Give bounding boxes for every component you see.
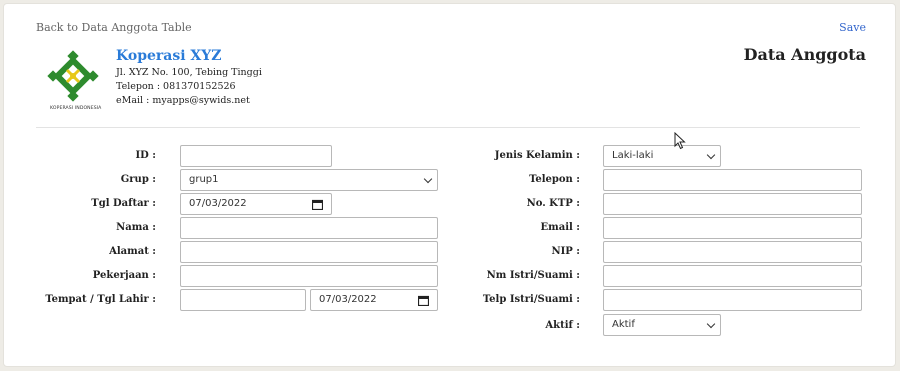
header-divider [36,127,860,128]
jenis-kelamin-value: Laki-laki [612,150,654,161]
alamat-input[interactable] [180,241,438,263]
no-ktp-label: No. KTP : [526,198,580,209]
tgl-lahir-input[interactable]: 07/03/2022 [310,289,438,311]
nip-label: NIP : [551,246,580,257]
pekerjaan-input[interactable] [180,265,438,287]
org-email: eMail : myapps@sywids.net [116,95,250,106]
nm-istri-suami-input[interactable] [603,265,862,287]
grup-label: Grup : [120,174,156,185]
jenis-kelamin-select[interactable]: Laki-laki [603,145,721,167]
alamat-label: Alamat : [109,246,156,257]
aktif-label: Aktif : [545,320,580,331]
nama-label: Nama : [116,222,156,233]
chevron-down-icon [423,174,433,184]
tgl-daftar-value: 07/03/2022 [189,198,247,209]
org-phone: Telepon : 081370152526 [116,81,236,92]
email-input[interactable] [603,217,862,239]
page-title: Data Anggota [743,45,866,64]
chevron-down-icon [706,150,716,160]
aktif-select[interactable]: Aktif [603,314,721,336]
pekerjaan-label: Pekerjaan : [92,270,156,281]
telp-istri-suami-label: Telp Istri/Suami : [482,294,580,305]
org-name: Koperasi XYZ [116,48,222,64]
nm-istri-suami-label: Nm Istri/Suami : [486,270,580,281]
jenis-kelamin-label: Jenis Kelamin : [494,150,580,161]
tgl-lahir-value: 07/03/2022 [319,294,377,305]
calendar-icon[interactable] [312,199,323,210]
telp-istri-suami-input[interactable] [603,289,862,311]
chevron-down-icon [706,319,716,329]
id-label: ID : [135,150,156,161]
calendar-icon[interactable] [418,295,429,306]
tgl-daftar-input[interactable]: 07/03/2022 [180,193,332,215]
aktif-value: Aktif [612,319,635,330]
org-address: Jl. XYZ No. 100, Tebing Tinggi [116,67,262,78]
grup-select[interactable]: grup1 [180,169,438,191]
back-to-table-link[interactable]: Back to Data Anggota Table [36,21,192,34]
nip-input[interactable] [603,241,862,263]
nama-input[interactable] [180,217,438,239]
telepon-input[interactable] [603,169,862,191]
tempat-tgl-lahir-label: Tempat / Tgl Lahir : [45,294,156,305]
tempat-lahir-input[interactable] [180,289,306,311]
tgl-daftar-label: Tgl Daftar : [91,198,156,209]
grup-select-value: grup1 [189,174,219,185]
id-input[interactable] [180,145,332,167]
no-ktp-input[interactable] [603,193,862,215]
mouse-cursor-icon [674,132,686,150]
logo-caption: KOPERASI INDONESIA [50,106,102,111]
save-link[interactable]: Save [839,21,866,34]
telepon-label: Telepon : [529,174,580,185]
email-label: Email : [540,222,580,233]
